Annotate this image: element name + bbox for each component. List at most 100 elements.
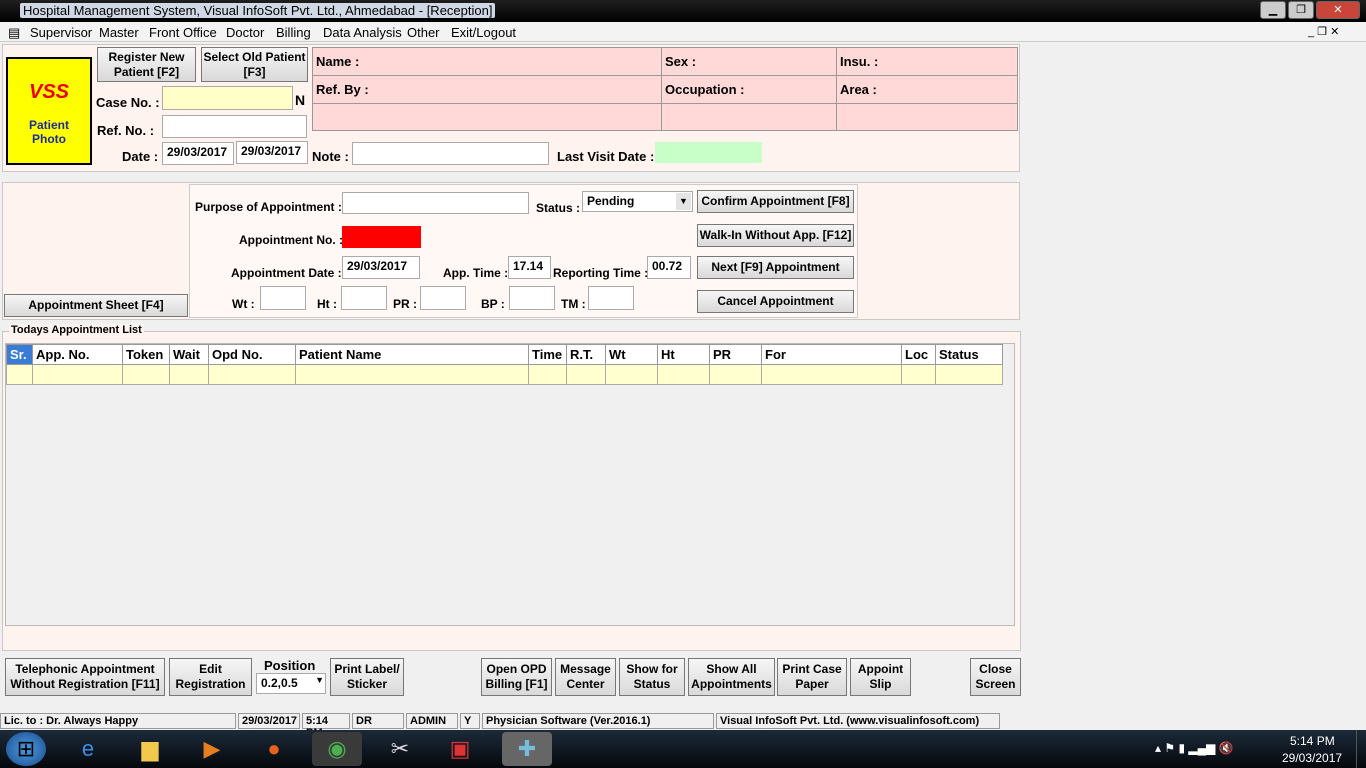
message-center-button[interactable]: Message Center: [555, 658, 616, 696]
walk-in-button[interactable]: Walk-In Without App. [F12]: [697, 224, 854, 247]
status-select[interactable]: Pending ▼: [582, 191, 693, 212]
status-label: Status :: [536, 201, 581, 215]
menu-supervisor[interactable]: Supervisor: [30, 25, 92, 40]
status-date: 29/03/2017: [238, 713, 300, 729]
patient-photo[interactable]: VSS Patient Photo: [6, 57, 92, 165]
patient-info-extra-2: [661, 103, 837, 131]
app-time-label: App. Time :: [443, 266, 509, 280]
clock-date[interactable]: 29/03/2017: [1282, 751, 1342, 765]
patient-info-extra-1: [312, 103, 662, 131]
next-appointment-button[interactable]: Next [F9] Appointment: [697, 256, 854, 279]
appointment-date-label: Appointment Date :: [231, 266, 342, 280]
pr-input[interactable]: [420, 286, 466, 310]
chevron-down-icon[interactable]: ▼: [315, 675, 324, 685]
purpose-label: Purpose of Appointment :: [195, 200, 342, 214]
show-for-status-button[interactable]: Show for Status: [619, 658, 685, 696]
col-pr[interactable]: PR: [709, 344, 762, 365]
ref-no-input[interactable]: [162, 115, 307, 138]
patient-photo-label: Patient Photo: [28, 118, 69, 146]
tm-input[interactable]: [588, 286, 634, 310]
col-ht[interactable]: Ht: [657, 344, 710, 365]
status-select-value: Pending: [587, 194, 635, 208]
menu-billing[interactable]: Billing: [276, 25, 311, 40]
status-role: DR: [352, 713, 404, 729]
occupation-field: Occupation :: [661, 75, 837, 104]
date-label: Date :: [122, 149, 159, 164]
ht-label: Ht :: [317, 297, 337, 311]
appointment-grid[interactable]: Sr. App. No. Token Wait Opd No. Patient …: [5, 343, 1015, 626]
col-wt[interactable]: Wt: [605, 344, 658, 365]
app-time-input[interactable]: 17.14: [508, 256, 551, 279]
start-button[interactable]: ⊞: [6, 732, 46, 766]
position-select-value: 0.2,0.5: [261, 676, 298, 690]
appointment-date-input[interactable]: 29/03/2017: [342, 256, 420, 279]
hospital-app-icon[interactable]: ✚: [502, 732, 552, 766]
col-wait[interactable]: Wait: [169, 344, 209, 365]
col-patient-name[interactable]: Patient Name: [295, 344, 529, 365]
wt-input[interactable]: [260, 286, 306, 310]
col-token[interactable]: Token: [122, 344, 170, 365]
col-opd-no[interactable]: Opd No.: [208, 344, 296, 365]
register-new-patient-button[interactable]: Register New Patient [F2]: [97, 47, 196, 82]
minimize-button[interactable]: ▁: [1260, 1, 1286, 19]
date-input-1[interactable]: 29/03/2017: [162, 142, 234, 165]
print-case-paper-button[interactable]: Print Case Paper: [777, 658, 847, 696]
appointment-sheet-button[interactable]: Appointment Sheet [F4]: [4, 294, 188, 317]
menu-master[interactable]: Master: [99, 25, 139, 40]
chevron-down-icon[interactable]: ▼: [676, 193, 691, 210]
col-sr[interactable]: Sr.: [6, 344, 33, 365]
menu-exit-logout[interactable]: Exit/Logout: [451, 25, 516, 40]
mdi-controls[interactable]: _ ❐ ✕: [1308, 25, 1339, 38]
confirm-appointment-button[interactable]: Confirm Appointment [F8]: [697, 190, 854, 213]
table-row[interactable]: [6, 364, 1003, 385]
show-all-appointments-button[interactable]: Show All Appointments: [688, 658, 775, 696]
col-loc[interactable]: Loc: [901, 344, 936, 365]
tray-icons[interactable]: ▴ ⚑ ▮ ▂▄▆ 🔇: [1155, 741, 1234, 755]
reporting-time-label: Reporting Time :: [553, 266, 649, 280]
note-input[interactable]: [352, 142, 549, 165]
reporting-time-input[interactable]: 00.72: [647, 256, 691, 279]
app-menu-icon[interactable]: ▤: [8, 25, 20, 41]
col-for[interactable]: For: [761, 344, 902, 365]
case-type-indicator: N: [295, 92, 306, 108]
col-rt[interactable]: R.T.: [566, 344, 606, 365]
firefox-icon[interactable]: ●: [254, 732, 294, 766]
close-window-button[interactable]: ✕: [1316, 1, 1360, 19]
col-time[interactable]: Time: [528, 344, 567, 365]
col-status[interactable]: Status: [935, 344, 1003, 365]
insurance-field: Insu. :: [836, 47, 1018, 76]
menu-doctor[interactable]: Doctor: [226, 25, 264, 40]
purpose-input[interactable]: [342, 192, 529, 214]
col-app-no[interactable]: App. No.: [32, 344, 123, 365]
window-title: Hospital Management System, Visual InfoS…: [20, 3, 496, 18]
menu-data-analysis[interactable]: Data Analysis: [323, 25, 402, 40]
date-input-2[interactable]: 29/03/2017: [236, 141, 308, 164]
edit-registration-button[interactable]: Edit Registration: [169, 658, 252, 696]
print-label-button[interactable]: Print Label/ Sticker: [330, 658, 404, 696]
position-select[interactable]: 0.2,0.5 ▼: [256, 673, 326, 694]
internet-explorer-icon[interactable]: e: [68, 732, 108, 766]
menu-front-office[interactable]: Front Office: [149, 25, 217, 40]
clock-time[interactable]: 5:14 PM: [1290, 734, 1335, 748]
telephonic-appointment-button[interactable]: Telephonic Appointment Without Registrat…: [5, 658, 165, 696]
tools-icon[interactable]: ✂: [380, 732, 420, 766]
show-desktop-button[interactable]: [1356, 730, 1366, 768]
status-license: Lic. to : Dr. Always Happy: [0, 713, 236, 729]
open-opd-billing-button[interactable]: Open OPD Billing [F1]: [481, 658, 552, 696]
select-old-patient-button[interactable]: Select Old Patient [F3]: [201, 47, 308, 82]
close-screen-button[interactable]: Close Screen: [970, 658, 1021, 696]
case-no-input[interactable]: [162, 86, 293, 110]
menu-other[interactable]: Other: [407, 25, 440, 40]
status-flag: Y: [460, 713, 480, 729]
ht-input[interactable]: [341, 286, 387, 310]
title-bar: Hospital Management System, Visual InfoS…: [0, 0, 1366, 22]
sex-field: Sex :: [661, 47, 837, 76]
chrome-icon[interactable]: ◉: [312, 732, 362, 766]
bp-input[interactable]: [509, 286, 555, 310]
media-player-icon[interactable]: ▶: [192, 732, 232, 766]
appoint-slip-button[interactable]: Appoint Slip: [850, 658, 911, 696]
cancel-appointment-button[interactable]: Cancel Appointment: [697, 290, 854, 313]
maximize-button[interactable]: ❐: [1288, 1, 1314, 19]
file-explorer-icon[interactable]: ▆: [130, 732, 170, 766]
toolbox-icon[interactable]: ▣: [440, 732, 480, 766]
